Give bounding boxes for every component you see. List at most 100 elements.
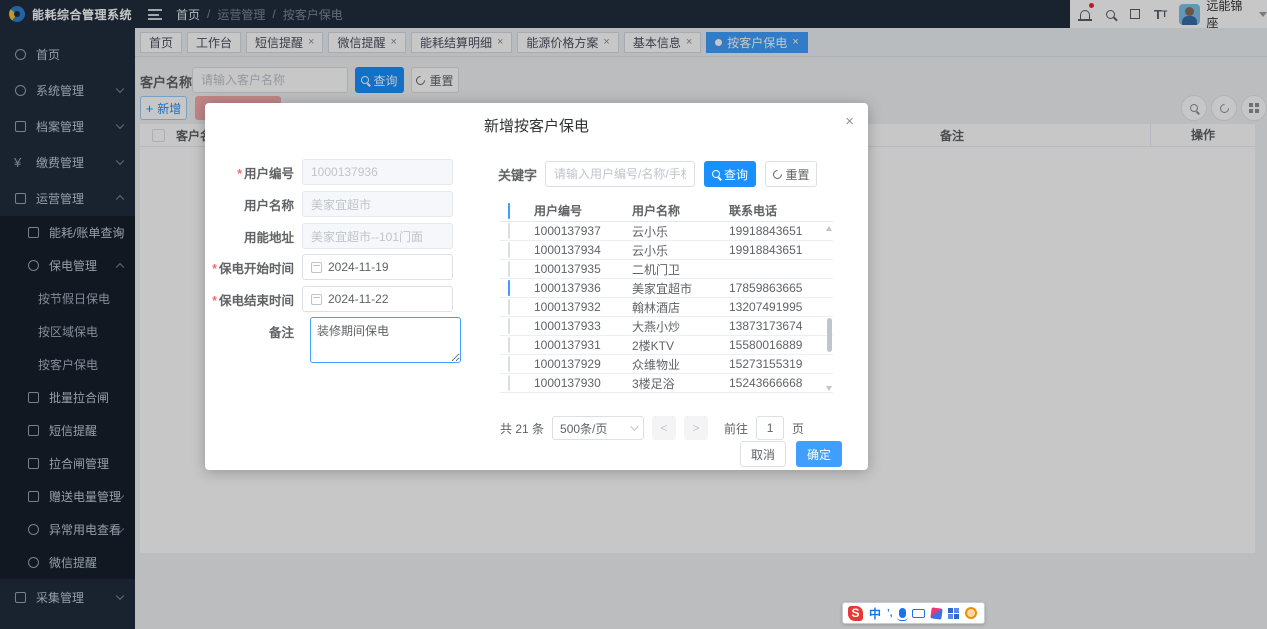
form-row-remark: 备注 (205, 317, 302, 341)
table-row-selected[interactable]: 1000137936 美家宜超市 17859863665 (500, 279, 833, 298)
row-checkbox[interactable] (508, 299, 510, 315)
table-row[interactable]: 1000137934 云小乐 19918843651 (500, 241, 833, 260)
microphone-icon[interactable] (899, 608, 906, 618)
add-customer-protect-modal: 新增按客户保电 × *用户编号 1000137936 用户名称 美家宜超市 用能… (205, 103, 868, 470)
table-row[interactable]: 1000137937 云小乐 19918843651 (500, 222, 833, 241)
close-icon[interactable]: × (845, 113, 854, 130)
end-date-label: *保电结束时间 (205, 290, 302, 309)
ime-settings-icon[interactable] (965, 607, 977, 619)
pagination: 共 21 条 500条/页 < > 前往 页 (500, 415, 840, 441)
calendar-icon (311, 294, 322, 305)
user-name-value: 美家宜超市 (311, 196, 371, 213)
table-row[interactable]: 1000137932 翰林酒店 13207491995 (500, 298, 833, 317)
page-number-field[interactable] (765, 421, 775, 435)
end-date-value: 2024-11-22 (328, 292, 389, 306)
remark-label: 备注 (205, 317, 302, 341)
user-id-value: 1000137936 (311, 165, 378, 179)
address-input: 美家宜超市--101门面 (302, 223, 453, 249)
goto-label: 前往 (724, 420, 748, 437)
app-canvas: 能耗综合管理系统 首页 系统管理 档案管理 缴费管理 (0, 0, 1267, 629)
page-size-select[interactable]: 500条/页 (552, 416, 644, 440)
cell-phone: 13207491995 (729, 300, 817, 314)
scrollbar-thumb[interactable] (827, 318, 832, 352)
row-checkbox[interactable] (508, 318, 510, 334)
ime-toolbox-icon[interactable] (948, 608, 959, 619)
keyword-row: 关键字 查询 重置 (498, 161, 817, 187)
cell-phone: 15243666668 (729, 376, 817, 390)
page-size-value: 500条/页 (560, 420, 607, 437)
cell-phone: 19918843651 (729, 243, 817, 257)
user-id-input: 1000137936 (302, 159, 453, 185)
cell-phone: 13873173674 (729, 319, 817, 333)
select-all-checkbox[interactable] (508, 203, 510, 219)
modal-query-label: 查询 (724, 166, 748, 183)
cell-user-id: 1000137932 (534, 300, 632, 314)
cancel-button[interactable]: 取消 (740, 441, 786, 467)
page-unit-label: 页 (792, 420, 804, 437)
modal-footer: 取消 确定 (740, 441, 842, 467)
table-row[interactable]: 1000137929 众维物业 15273155319 (500, 355, 833, 374)
keyword-input-field[interactable] (554, 167, 686, 181)
cell-user-name: 云小乐 (632, 223, 729, 240)
column-user-name: 用户名称 (632, 202, 729, 219)
row-checkbox[interactable] (508, 337, 510, 353)
calendar-icon (311, 262, 322, 273)
scroll-up-icon[interactable] (826, 226, 832, 231)
table-row[interactable]: 1000137931 2楼KTV 15580016889 (500, 336, 833, 355)
refresh-icon (771, 168, 784, 181)
page-number-input[interactable] (756, 416, 784, 440)
cell-user-id: 1000137937 (534, 224, 632, 238)
cell-user-id: 1000137933 (534, 319, 632, 333)
cell-user-name: 大燕小炒 (632, 318, 729, 335)
form-row-start-date: *保电开始时间 2024-11-19 (205, 254, 453, 280)
ime-punctuation-icon[interactable]: ’, (887, 608, 893, 619)
keyword-input[interactable] (545, 161, 695, 187)
row-checkbox[interactable] (508, 356, 510, 372)
row-checkbox[interactable] (508, 375, 510, 391)
start-date-picker[interactable]: 2024-11-19 (302, 254, 453, 280)
form-row-address: 用能地址 美家宜超市--101门面 (205, 223, 453, 249)
row-checkbox[interactable] (508, 261, 510, 277)
cancel-label: 取消 (751, 446, 775, 463)
table-row[interactable]: 1000137933 大燕小炒 13873173674 (500, 317, 833, 336)
cell-phone: 15580016889 (729, 338, 817, 352)
form-row-user-id: *用户编号 1000137936 (205, 159, 453, 185)
table-scrollbar[interactable] (825, 222, 833, 393)
cell-user-name: 2楼KTV (632, 337, 729, 354)
cell-user-name: 云小乐 (632, 242, 729, 259)
chevron-down-icon (630, 422, 638, 430)
user-select-table: 用户编号 用户名称 联系电话 1000137937 云小乐 1991884365… (500, 200, 833, 393)
cell-user-id: 1000137929 (534, 357, 632, 371)
address-value: 美家宜超市--101门面 (311, 228, 423, 245)
row-checkbox[interactable] (508, 242, 510, 258)
scroll-down-icon[interactable] (826, 386, 832, 391)
ime-mode-chinese[interactable]: 中 (869, 605, 881, 622)
table-row[interactable]: 1000137930 3楼足浴 15243666668 (500, 374, 833, 393)
cell-user-id: 1000137931 (534, 338, 632, 352)
keyword-label: 关键字 (498, 165, 537, 184)
row-checkbox[interactable] (508, 223, 510, 239)
confirm-button[interactable]: 确定 (796, 441, 842, 467)
remark-textarea[interactable]: 装修期间保电 (310, 317, 461, 363)
cell-user-id: 1000137930 (534, 376, 632, 390)
start-date-value: 2024-11-19 (328, 260, 389, 274)
sogou-logo-icon[interactable]: S (848, 606, 863, 621)
modal-reset-button[interactable]: 重置 (765, 161, 817, 187)
cell-user-id: 1000137934 (534, 243, 632, 257)
column-phone: 联系电话 (729, 202, 817, 219)
table-row[interactable]: 1000137935 二机门卫 (500, 260, 833, 279)
cell-user-id: 1000137936 (534, 281, 632, 295)
cell-phone: 17859863665 (729, 281, 817, 295)
keyboard-icon[interactable] (912, 609, 925, 618)
confirm-label: 确定 (807, 446, 831, 463)
start-date-label: *保电开始时间 (205, 258, 302, 277)
form-row-user-name: 用户名称 美家宜超市 (205, 191, 453, 217)
modal-query-button[interactable]: 查询 (704, 161, 756, 187)
pagination-total: 共 21 条 (500, 420, 544, 437)
cell-phone: 15273155319 (729, 357, 817, 371)
user-id-label: *用户编号 (205, 163, 302, 182)
prev-page-button: < (652, 416, 676, 440)
ime-skin-icon[interactable] (930, 607, 942, 619)
row-checkbox-checked[interactable] (508, 280, 510, 296)
end-date-picker[interactable]: 2024-11-22 (302, 286, 453, 312)
